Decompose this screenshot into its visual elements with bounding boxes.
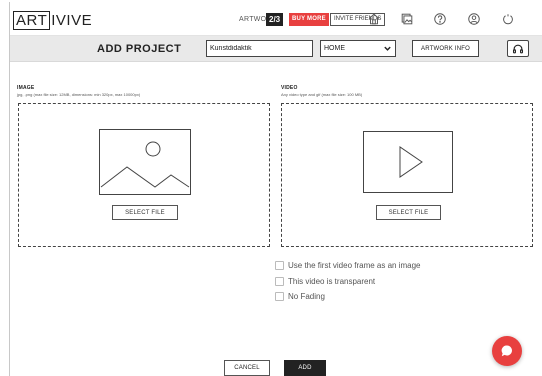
video-section-subtitle: Any video type and gif (max file size: 1… xyxy=(281,92,363,97)
artworks-count-badge: 2/3 xyxy=(266,13,284,26)
gallery-icon[interactable] xyxy=(399,11,415,27)
transparent-checkbox[interactable] xyxy=(275,277,284,286)
power-icon[interactable] xyxy=(500,11,516,27)
image-dropzone[interactable]: SELECT FILE xyxy=(18,103,270,247)
artivive-logo[interactable]: ART IVIVE xyxy=(13,10,92,30)
buy-more-button[interactable]: BUY MORE xyxy=(289,13,329,26)
logo-boxed-text: ART xyxy=(13,10,51,30)
chat-icon xyxy=(501,345,512,357)
project-title-bar: ADD PROJECT HOME ARTWORK INFO xyxy=(10,36,542,62)
image-section-title: IMAGE xyxy=(17,85,35,91)
option-transparent[interactable]: This video is transparent xyxy=(275,277,375,286)
video-placeholder-icon xyxy=(363,131,453,193)
account-icon[interactable] xyxy=(466,11,482,27)
project-name-input[interactable] xyxy=(206,40,313,57)
no-fading-label: No Fading xyxy=(288,292,325,301)
transparent-label: This video is transparent xyxy=(288,277,376,286)
support-headset-button[interactable] xyxy=(507,40,529,57)
category-selected-value: HOME xyxy=(324,45,345,52)
no-fading-checkbox[interactable] xyxy=(275,292,284,301)
top-bar: ART IVIVE ARTWORKS 2/3 BUY MORE INVITE FR… xyxy=(10,2,542,36)
chevron-down-icon xyxy=(383,44,392,53)
first-frame-checkbox[interactable] xyxy=(275,261,284,270)
option-first-frame[interactable]: Use the first video frame as an image xyxy=(275,261,421,270)
image-section-subtitle: jpg, .png (max file size: 12MB, dimensio… xyxy=(17,92,141,97)
video-select-file-button[interactable]: SELECT FILE xyxy=(376,205,441,220)
image-placeholder-icon xyxy=(99,129,191,195)
headset-icon xyxy=(512,44,524,53)
chat-support-button[interactable] xyxy=(492,336,522,366)
page-title: ADD PROJECT xyxy=(97,43,182,55)
image-select-file-button[interactable]: SELECT FILE xyxy=(112,205,178,220)
first-frame-label: Use the first video frame as an image xyxy=(288,261,421,270)
video-dropzone[interactable]: SELECT FILE xyxy=(281,103,533,247)
logo-text: IVIVE xyxy=(51,11,93,29)
app-window: ART IVIVE ARTWORKS 2/3 BUY MORE INVITE FR… xyxy=(9,2,542,376)
add-button[interactable]: ADD xyxy=(284,360,326,376)
artwork-info-button[interactable]: ARTWORK INFO xyxy=(412,40,479,57)
option-no-fading[interactable]: No Fading xyxy=(275,292,325,301)
category-select[interactable]: HOME xyxy=(320,40,396,57)
home-icon[interactable] xyxy=(366,11,382,27)
cancel-button[interactable]: CANCEL xyxy=(224,360,270,376)
video-section-title: VIDEO xyxy=(281,85,298,91)
help-icon[interactable] xyxy=(432,11,448,27)
